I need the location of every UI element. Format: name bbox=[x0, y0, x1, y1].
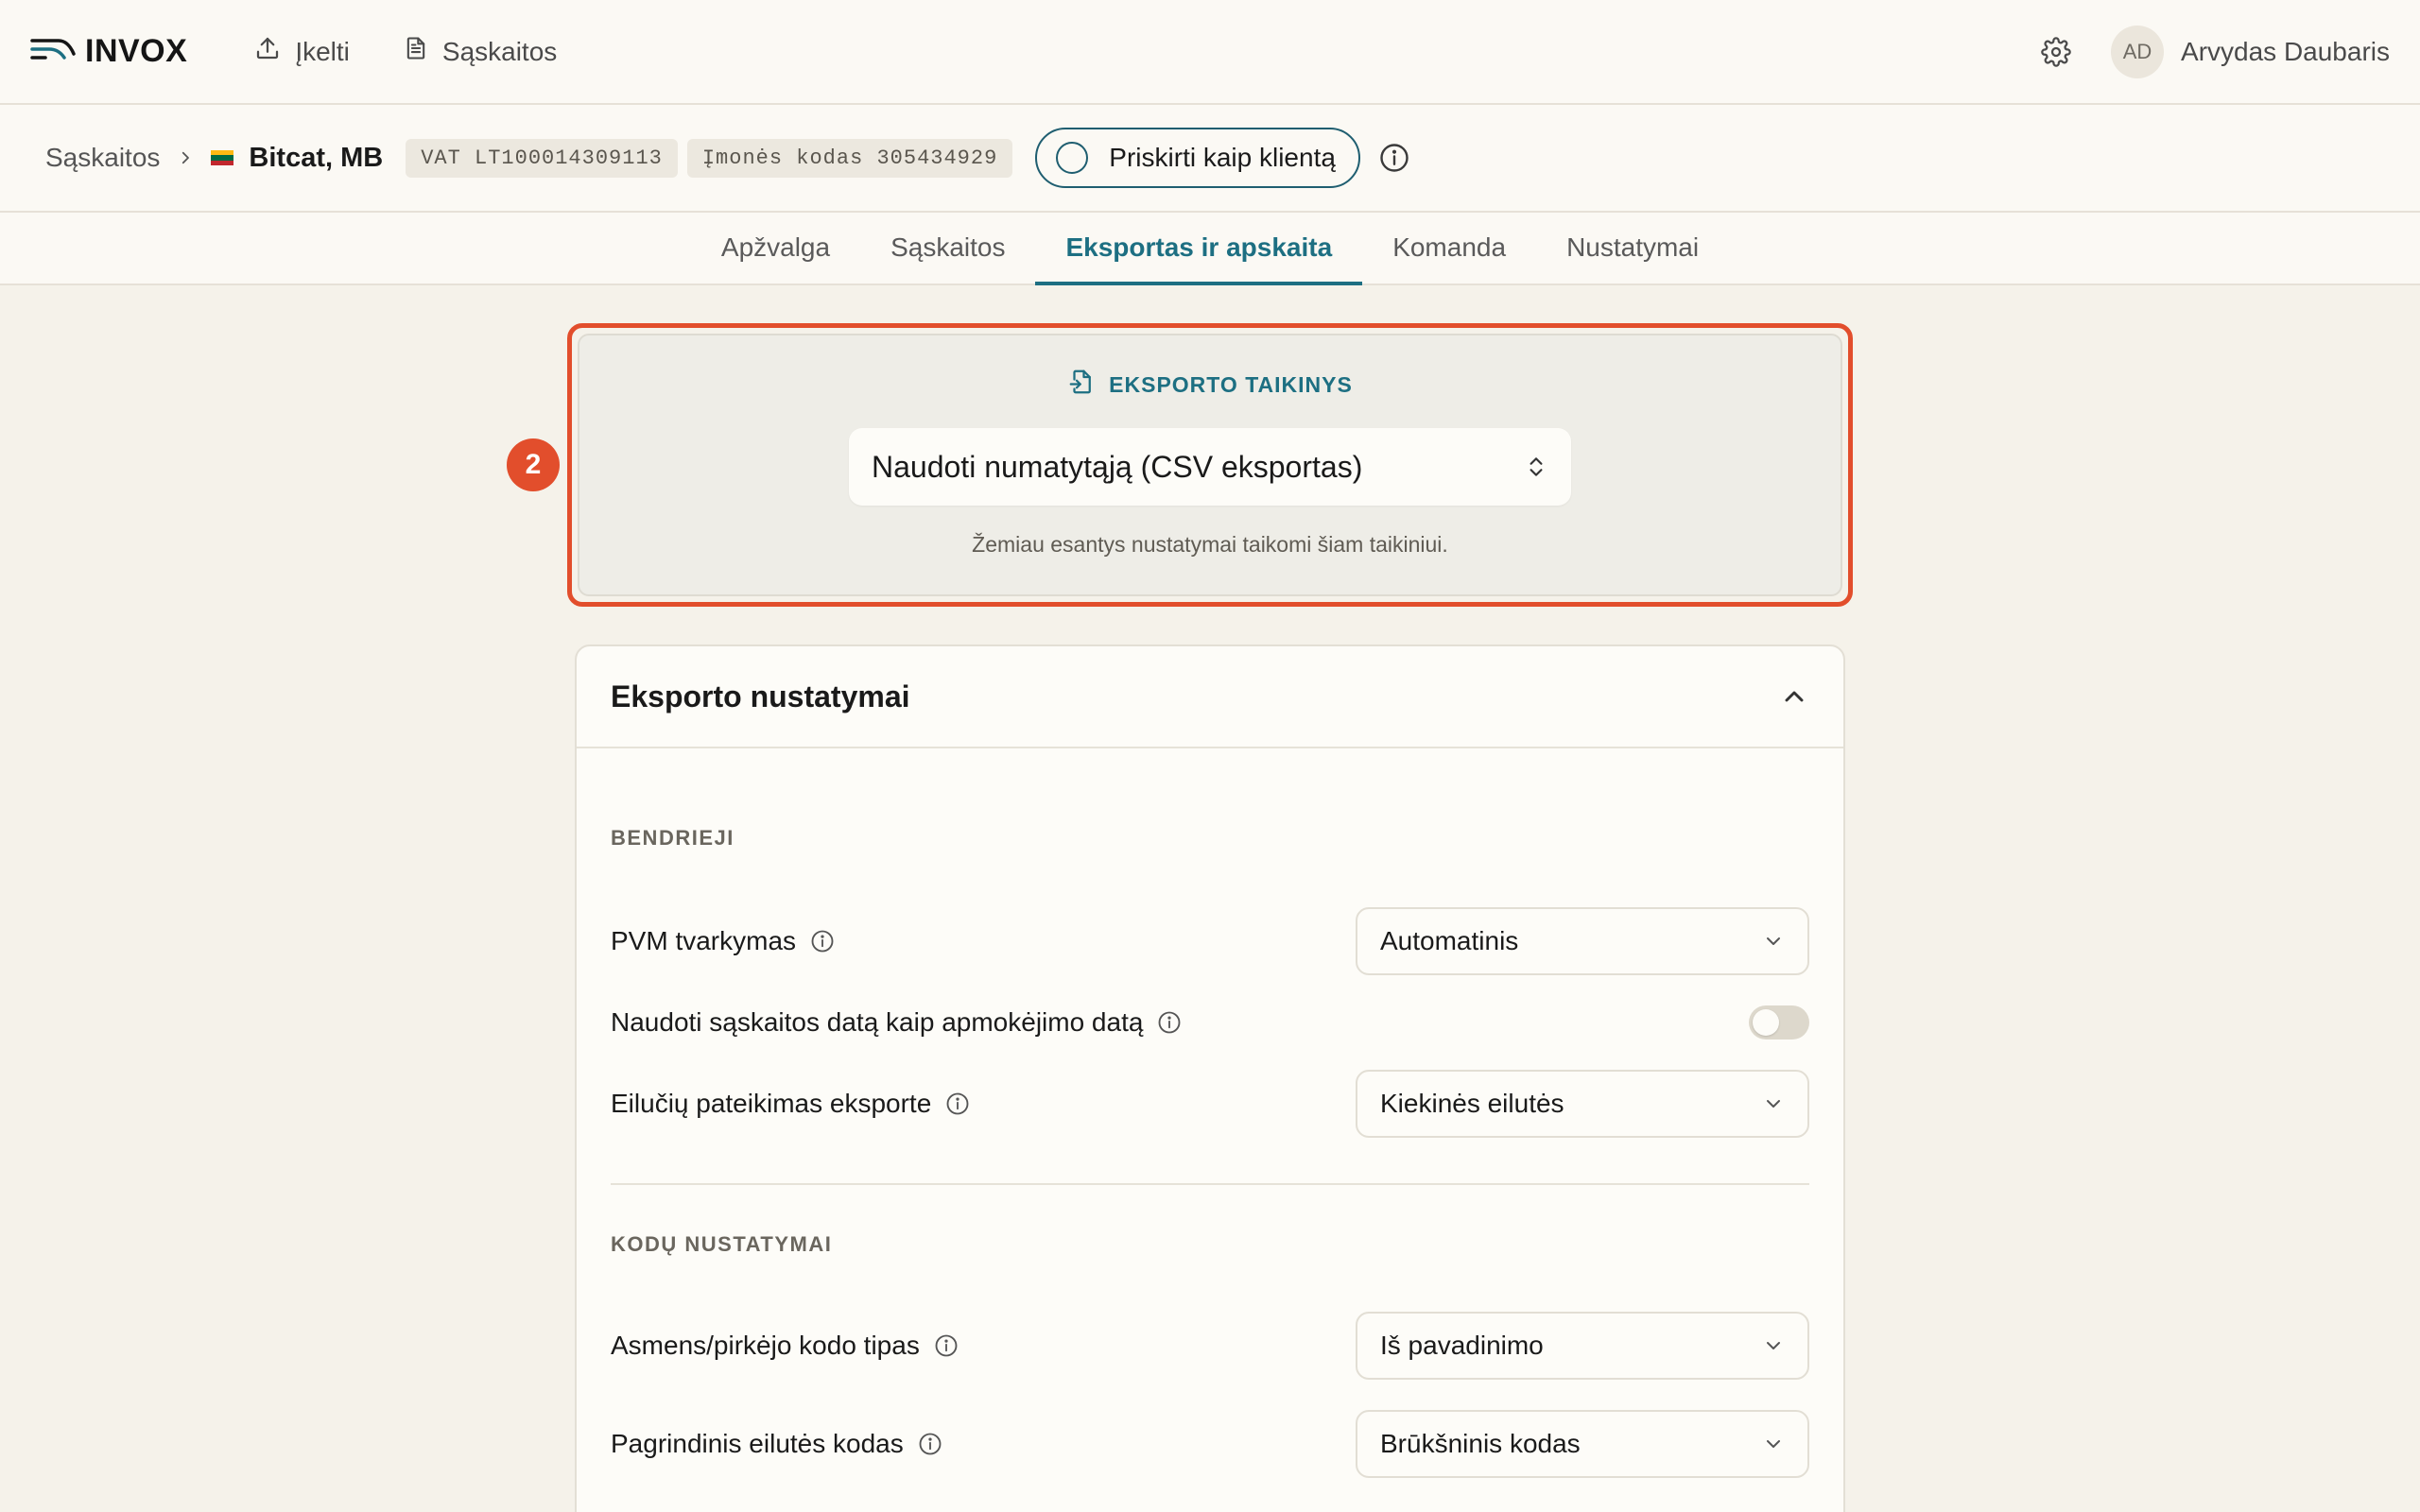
info-icon[interactable] bbox=[1156, 1009, 1183, 1036]
line-presentation-row: Eilučių pateikimas eksporte Kiekinės eil… bbox=[611, 1070, 1809, 1138]
info-icon[interactable] bbox=[917, 1431, 943, 1457]
company-code-badge: Įmonės kodas 305434929 bbox=[686, 138, 1013, 178]
section-codes-label: KODŲ NUSTATYMAI bbox=[611, 1232, 833, 1256]
gear-icon bbox=[2041, 36, 2071, 67]
export-settings-card: Eksporto nustatymai BENDRIEJI PVM tvarky… bbox=[575, 644, 1845, 1512]
nav-invoices-label: Sąskaitos bbox=[441, 36, 558, 66]
vat-handling-value: Automatinis bbox=[1380, 926, 1519, 955]
export-target-highlight: EKSPORTO TAIKINYS Naudoti numatytąją (CS… bbox=[567, 323, 1853, 607]
line-presentation-select[interactable]: Kiekinės eilutės bbox=[1356, 1070, 1809, 1138]
tab-export-accounting[interactable]: Eksportas ir apskaita bbox=[1035, 213, 1363, 285]
tab-overview[interactable]: Apžvalga bbox=[691, 213, 860, 285]
user-area: AD Arvydas Daubaris bbox=[2037, 25, 2390, 78]
breadcrumb-root-link[interactable]: Sąskaitos bbox=[45, 143, 160, 173]
use-invoice-date-label: Naudoti sąskaitos datą kaip apmokėjimo d… bbox=[611, 1007, 1183, 1038]
main-line-code-label: Pagrindinis eilutės kodas bbox=[611, 1429, 943, 1459]
chevron-down-icon bbox=[1762, 1433, 1785, 1455]
top-navigation: INVOX Įkelti Sąskaitos AD Arvydas Daubar… bbox=[0, 0, 2420, 105]
tab-settings[interactable]: Nustatymai bbox=[1536, 213, 1729, 285]
upload-icon bbox=[253, 34, 282, 69]
logo-waves-icon bbox=[30, 35, 78, 68]
main-line-code-value: Brūkšninis kodas bbox=[1380, 1429, 1581, 1458]
export-settings-title: Eksporto nustatymai bbox=[611, 679, 910, 713]
tab-invoices[interactable]: Sąskaitos bbox=[860, 213, 1035, 285]
info-icon[interactable] bbox=[933, 1332, 959, 1359]
buyer-code-type-select[interactable]: Iš pavadinimo bbox=[1356, 1312, 1809, 1380]
user-name[interactable]: Arvydas Daubaris bbox=[2181, 37, 2390, 67]
chevron-up-icon[interactable] bbox=[1779, 681, 1809, 712]
chevron-up-down-icon bbox=[1524, 453, 1548, 481]
logo[interactable]: INVOX bbox=[30, 33, 187, 70]
chevron-down-icon bbox=[1762, 1092, 1785, 1115]
company-name: Bitcat, MB bbox=[249, 142, 384, 173]
section-divider bbox=[611, 1183, 1809, 1185]
vat-handling-row: PVM tvarkymas Automatinis bbox=[611, 907, 1809, 975]
export-target-selected-value: Naudoti numatytąją (CSV eksportas) bbox=[872, 449, 1363, 484]
vat-handling-select[interactable]: Automatinis bbox=[1356, 907, 1809, 975]
step-number-badge: 2 bbox=[507, 438, 560, 491]
buyer-code-type-label-text: Asmens/pirkėjo kodo tipas bbox=[611, 1331, 920, 1360]
circle-icon bbox=[1056, 142, 1089, 174]
export-target-select[interactable]: Naudoti numatytąją (CSV eksportas) bbox=[849, 428, 1571, 506]
use-invoice-date-label-text: Naudoti sąskaitos datą kaip apmokėjimo d… bbox=[611, 1007, 1144, 1037]
file-export-icon bbox=[1067, 368, 1096, 402]
assign-as-client-button[interactable]: Priskirti kaip klientą bbox=[1035, 128, 1360, 188]
info-icon[interactable] bbox=[1377, 141, 1411, 175]
line-presentation-value: Kiekinės eilutės bbox=[1380, 1089, 1564, 1118]
info-icon[interactable] bbox=[944, 1091, 971, 1117]
breadcrumb: Sąskaitos Bitcat, MB VAT LT100014309113 … bbox=[0, 105, 2420, 213]
export-target-hint: Žemiau esantys nustatymai taikomi šiam t… bbox=[972, 532, 1448, 557]
main-line-code-select[interactable]: Brūkšninis kodas bbox=[1356, 1410, 1809, 1478]
line-presentation-label-text: Eilučių pateikimas eksporte bbox=[611, 1089, 932, 1118]
export-target-title: EKSPORTO TAIKINYS bbox=[1109, 371, 1353, 397]
vat-handling-label-text: PVM tvarkymas bbox=[611, 926, 797, 955]
chevron-down-icon bbox=[1762, 1334, 1785, 1357]
nav-upload[interactable]: Įkelti bbox=[253, 34, 350, 69]
buyer-code-type-label: Asmens/pirkėjo kodo tipas bbox=[611, 1331, 959, 1361]
main-line-code-row: Pagrindinis eilutės kodas Brūkšninis kod… bbox=[611, 1410, 1809, 1478]
buyer-code-type-row: Asmens/pirkėjo kodo tipas Iš pavadinimo bbox=[611, 1312, 1809, 1380]
lithuania-flag-icon bbox=[211, 150, 234, 165]
tab-team[interactable]: Komanda bbox=[1362, 213, 1536, 285]
settings-gear-button[interactable] bbox=[2037, 33, 2075, 71]
document-icon bbox=[403, 34, 429, 69]
main-line-code-label-text: Pagrindinis eilutės kodas bbox=[611, 1429, 904, 1458]
assign-as-client-label: Priskirti kaip klientą bbox=[1109, 143, 1336, 172]
use-invoice-date-toggle[interactable] bbox=[1749, 1005, 1809, 1040]
tab-bar: Apžvalga Sąskaitos Eksportas ir apskaita… bbox=[0, 213, 2420, 285]
chevron-right-icon bbox=[177, 149, 194, 166]
vat-handling-label: PVM tvarkymas bbox=[611, 926, 836, 956]
nav-invoices[interactable]: Sąskaitos bbox=[403, 34, 557, 69]
export-settings-header[interactable]: Eksporto nustatymai bbox=[577, 646, 1843, 748]
chevron-down-icon bbox=[1762, 930, 1785, 953]
export-target-heading: EKSPORTO TAIKINYS bbox=[1067, 368, 1353, 402]
avatar[interactable]: AD bbox=[2111, 25, 2165, 78]
use-invoice-date-row: Naudoti sąskaitos datą kaip apmokėjimo d… bbox=[611, 1005, 1809, 1040]
logo-text: INVOX bbox=[85, 33, 188, 69]
info-icon[interactable] bbox=[809, 928, 836, 954]
section-general-label: BENDRIEJI bbox=[611, 826, 735, 850]
export-target-card: EKSPORTO TAIKINYS Naudoti numatytąją (CS… bbox=[578, 334, 1842, 596]
nav-upload-label: Įkelti bbox=[295, 36, 350, 66]
line-presentation-label: Eilučių pateikimas eksporte bbox=[611, 1089, 971, 1119]
buyer-code-type-value: Iš pavadinimo bbox=[1380, 1331, 1544, 1360]
vat-badge: VAT LT100014309113 bbox=[406, 138, 678, 178]
